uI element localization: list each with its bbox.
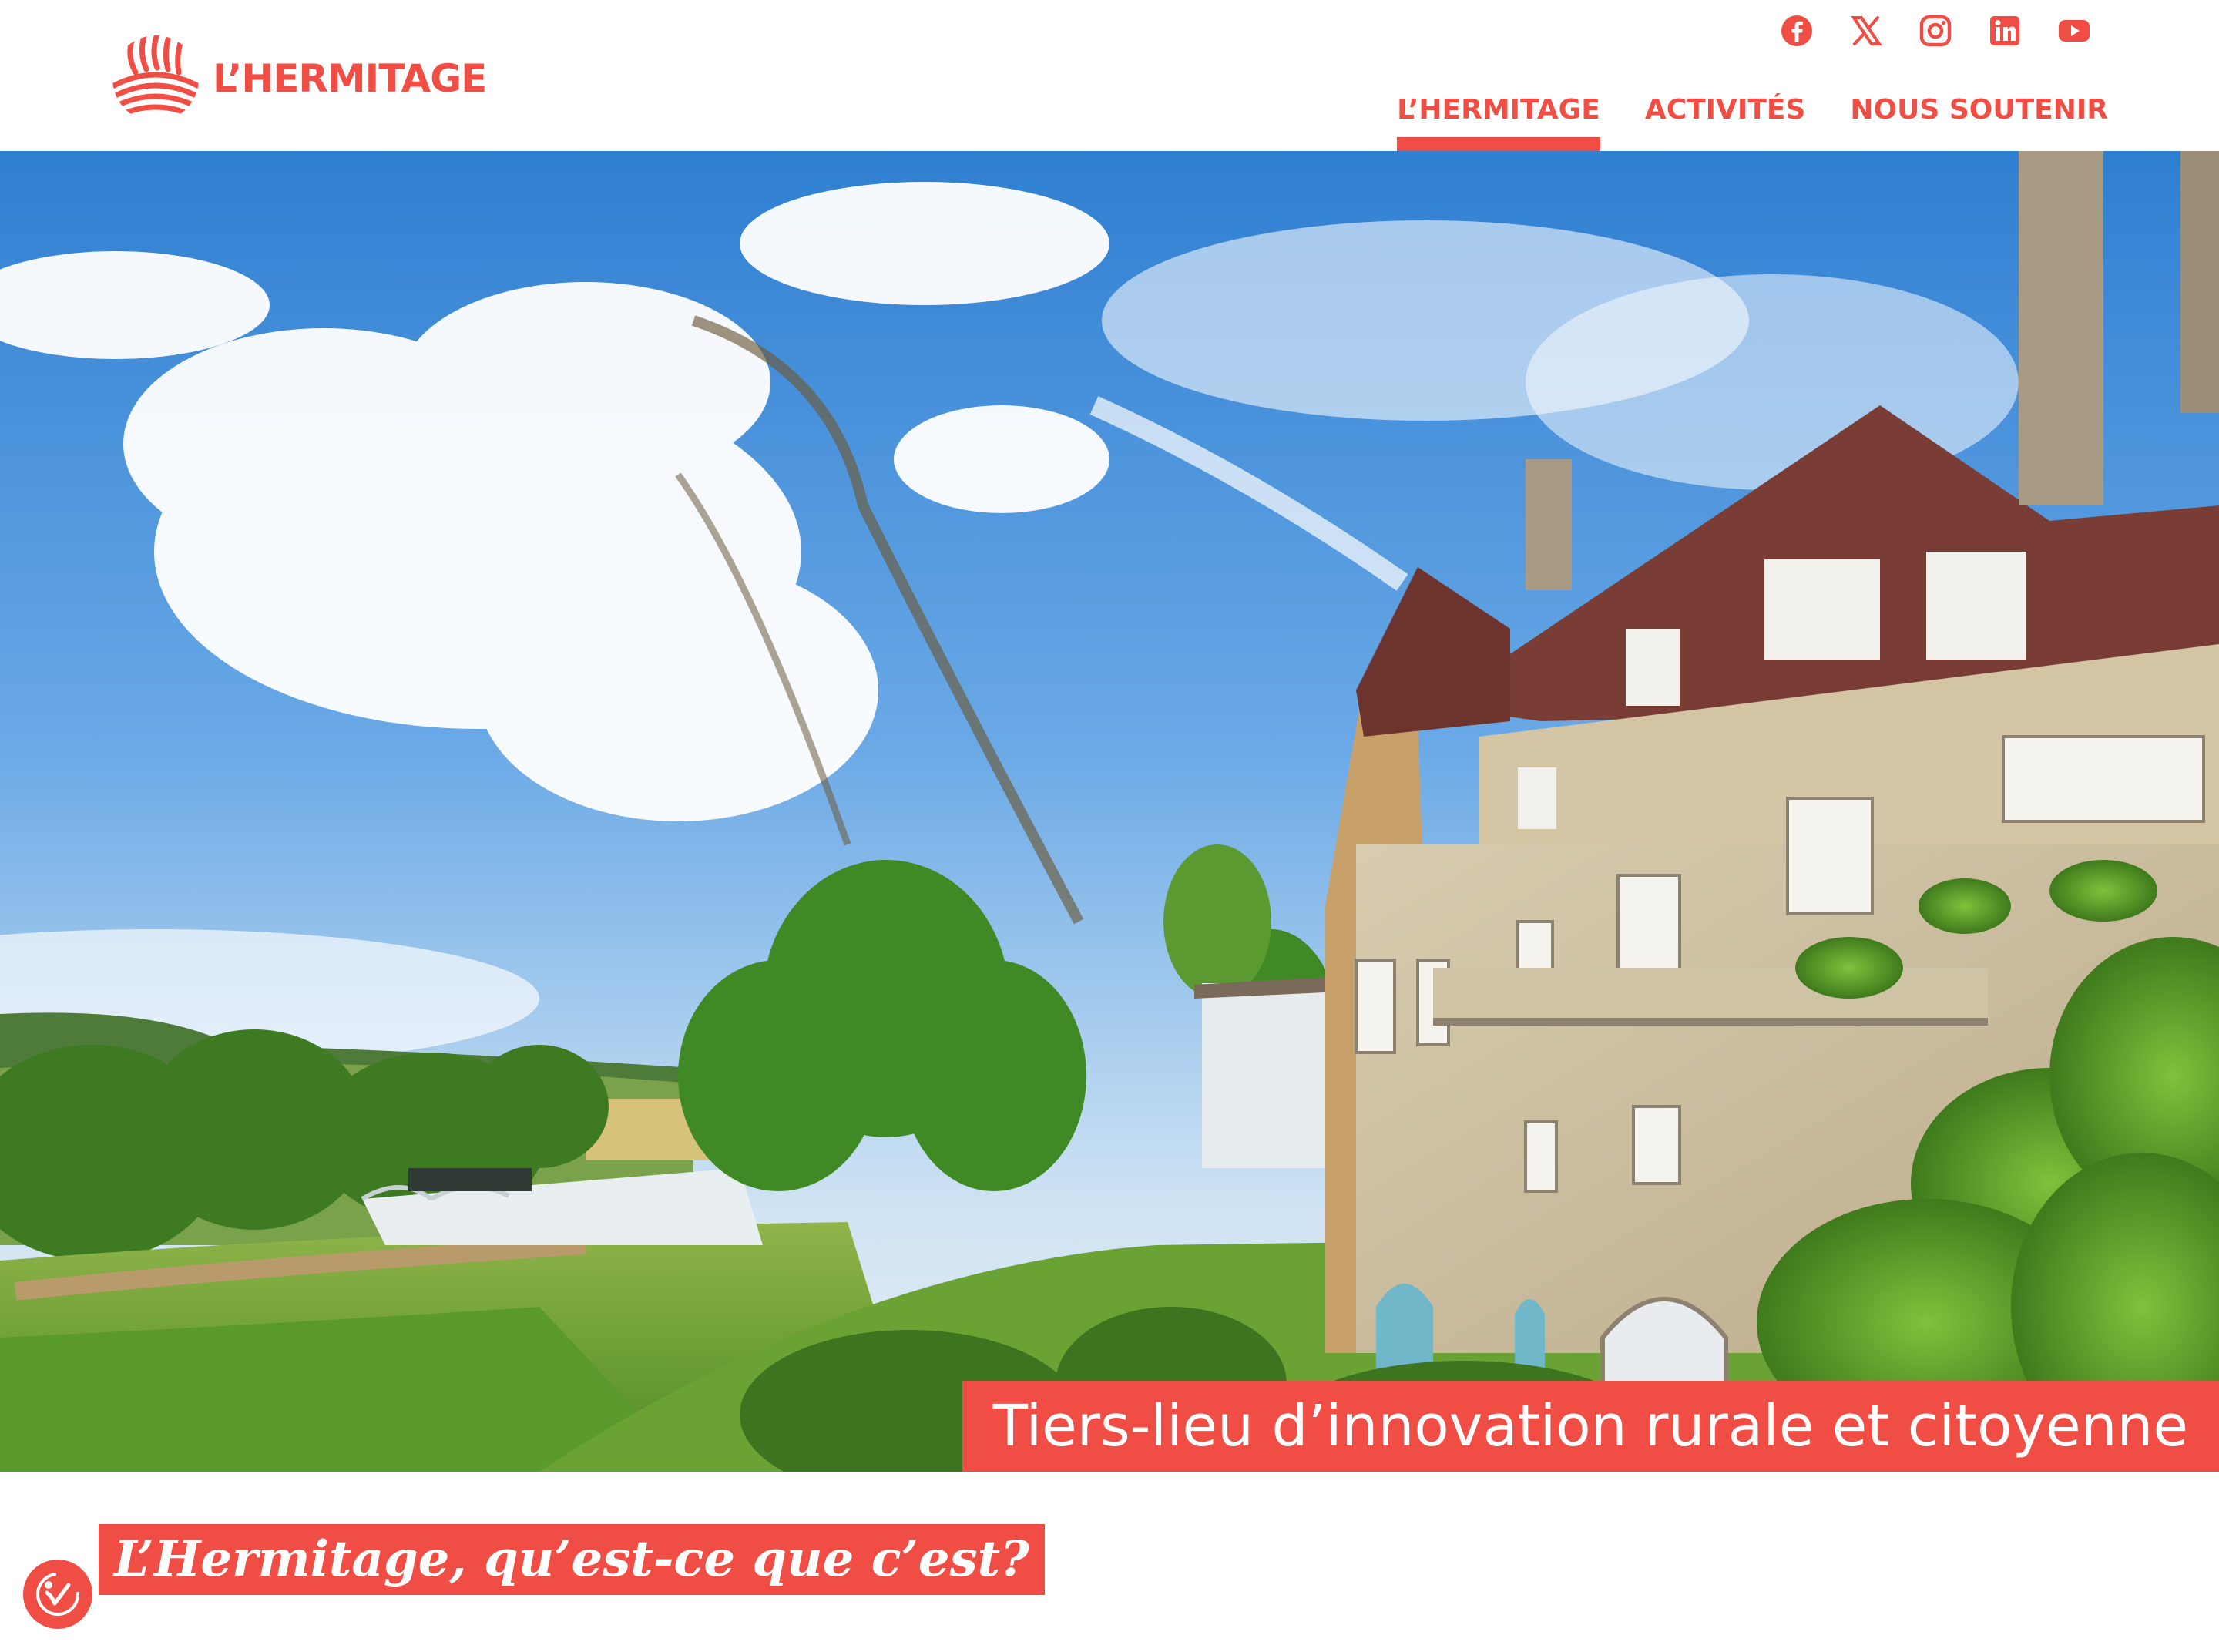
instagram-icon[interactable]	[1919, 14, 1952, 48]
facebook-icon[interactable]	[1780, 14, 1814, 48]
logo-wordmark: L’HERMITAGE	[213, 56, 487, 101]
hero-banner: Tiers-lieu d’innovation rurale et citoye…	[0, 151, 2219, 1472]
accessibility-icon	[36, 1573, 79, 1616]
social-links	[1744, 14, 2091, 48]
main-nav: L’HERMITAGE ACTIVITÉS NOUS SOUTENIR	[1352, 94, 2108, 151]
accessibility-button[interactable]	[23, 1560, 92, 1629]
section-title: L’Hermitage, qu’est-ce que c’est?	[99, 1524, 1045, 1595]
site-header: L’HERMITAGE L’HERMITAGE ACTIVITÉS NOUS S…	[0, 0, 2219, 151]
nav-item-activites[interactable]: ACTIVITÉS	[1645, 94, 1806, 126]
youtube-icon[interactable]	[2057, 14, 2091, 48]
hero-tagline: Tiers-lieu d’innovation rurale et citoye…	[962, 1381, 2219, 1472]
logo-mark-icon	[112, 35, 199, 122]
nav-item-hermitage[interactable]: L’HERMITAGE	[1397, 94, 1600, 151]
linkedin-icon[interactable]	[1988, 14, 2022, 48]
site-logo[interactable]: L’HERMITAGE	[109, 32, 487, 125]
x-twitter-icon[interactable]	[1849, 14, 1883, 48]
nav-item-nous-soutenir[interactable]: NOUS SOUTENIR	[1850, 94, 2108, 126]
hero-photo	[0, 151, 2219, 1472]
